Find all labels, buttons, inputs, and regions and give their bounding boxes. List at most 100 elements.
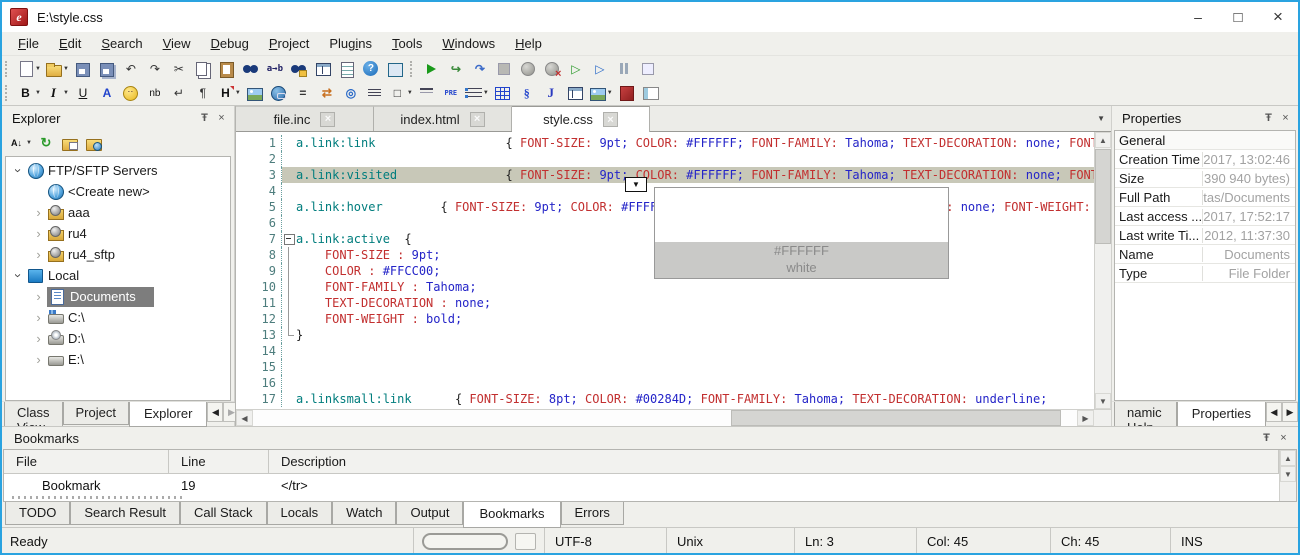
tab-namic-help[interactable]: namic Help xyxy=(1114,402,1177,426)
tree-item-aaa[interactable]: ›aaa xyxy=(6,202,230,223)
horizontal-rule-button[interactable]: = xyxy=(292,82,314,104)
continue-button[interactable]: ▷ xyxy=(589,58,611,80)
italic-button[interactable]: I▼ xyxy=(44,82,70,104)
redo-button[interactable]: ↷ xyxy=(144,58,166,80)
scroll-right-icon[interactable]: ▶ xyxy=(1077,410,1094,426)
tab-explorer[interactable]: Explorer xyxy=(129,402,207,427)
split-view-button[interactable] xyxy=(312,58,334,80)
tool-tab-call-stack[interactable]: Call Stack xyxy=(180,502,267,525)
tab-scroll-left-icon[interactable]: ◀ xyxy=(207,402,223,422)
tree-item-local[interactable]: ›Local xyxy=(6,265,230,286)
expand-icon[interactable]: › xyxy=(30,289,47,304)
bookmarks-scrollbar[interactable]: ▲ ▼ xyxy=(1279,450,1296,501)
tab-list-button[interactable]: ▼ xyxy=(1097,114,1105,123)
code-line[interactable]: 17a.linksmall:link { FONT-SIZE: 8pt; COL… xyxy=(236,391,1094,407)
dropdown-arrow-icon[interactable]: ▼ xyxy=(35,90,41,96)
cut-button[interactable]: ✂ xyxy=(168,58,190,80)
menu-windows[interactable]: Windows xyxy=(432,34,505,53)
color-dropdown-button[interactable]: ▼ xyxy=(625,177,647,192)
expand-icon[interactable]: › xyxy=(30,331,47,346)
toolbar-grip[interactable] xyxy=(5,85,11,101)
breakpoint-button[interactable] xyxy=(517,58,539,80)
insert-image-button[interactable] xyxy=(244,82,266,104)
insert-script-button[interactable]: § xyxy=(516,82,538,104)
menu-search[interactable]: Search xyxy=(91,34,152,53)
code-line[interactable]: 13} xyxy=(236,327,1094,343)
toolbar-grip[interactable] xyxy=(410,61,416,77)
close-icon[interactable]: × xyxy=(1275,430,1292,446)
code-line[interactable]: 14 xyxy=(236,343,1094,359)
insert-list-button[interactable]: ▼ xyxy=(464,82,490,104)
tree-item-c-[interactable]: ›C:\ xyxy=(6,307,230,328)
html-help-button[interactable] xyxy=(616,82,638,104)
div-box-button[interactable]: □▼ xyxy=(388,82,414,104)
dropdown-arrow-icon[interactable]: ▼ xyxy=(35,66,41,72)
collapse-icon[interactable]: › xyxy=(11,162,26,179)
tab-close-icon[interactable]: × xyxy=(470,112,485,127)
close-icon[interactable]: × xyxy=(213,110,230,126)
special-chars-button[interactable]: ⇄ xyxy=(316,82,338,104)
bold-button[interactable]: B▼ xyxy=(16,82,42,104)
minimize-button[interactable]: – xyxy=(1178,2,1218,32)
tab-close-icon[interactable]: × xyxy=(603,112,618,127)
frames-button[interactable] xyxy=(564,82,586,104)
menu-debug[interactable]: Debug xyxy=(201,34,259,53)
code-line[interactable]: 10 FONT-FAMILY : Tahoma; xyxy=(236,279,1094,295)
tree-item-documents[interactable]: ›Documents xyxy=(6,286,230,307)
tree-item-ru4-sftp[interactable]: ›ru4_sftp xyxy=(6,244,230,265)
named-anchor-button[interactable]: ◎ xyxy=(340,82,362,104)
sort-button[interactable]: A↓▼ xyxy=(7,132,33,154)
expand-icon[interactable]: › xyxy=(30,352,47,367)
toolbar-grip[interactable] xyxy=(5,61,11,77)
tool-tab-bookmarks[interactable]: Bookmarks xyxy=(463,502,560,528)
fold-mid-icon[interactable] xyxy=(282,279,296,295)
code-line[interactable]: 16 xyxy=(236,375,1094,391)
expand-icon[interactable]: › xyxy=(30,205,47,220)
dropdown-arrow-icon[interactable]: ▼ xyxy=(26,140,32,146)
menu-help[interactable]: Help xyxy=(505,34,552,53)
tree-item-ftp-sftp-servers[interactable]: ›FTP/SFTP Servers xyxy=(6,160,230,181)
fold-mid-icon[interactable] xyxy=(282,311,296,327)
new-file-button[interactable]: ▼ xyxy=(16,58,42,80)
find-button[interactable] xyxy=(240,58,262,80)
fold-mid-icon[interactable] xyxy=(282,247,296,263)
code-line[interactable]: 12 FONT-WEIGHT : bold; xyxy=(236,311,1094,327)
refresh-button[interactable]: ↻ xyxy=(35,132,57,154)
bookmark-row[interactable]: Bookmark19</tr> xyxy=(4,474,1279,496)
align-center-button[interactable] xyxy=(364,82,386,104)
undo-button[interactable]: ↶ xyxy=(120,58,142,80)
tool-tab-todo[interactable]: TODO xyxy=(5,502,70,525)
pin-icon[interactable]: Ŧ xyxy=(1258,430,1275,446)
editor-vertical-scrollbar[interactable]: ▲ ▼ xyxy=(1094,132,1111,409)
horizontal-scroll-thumb[interactable] xyxy=(731,410,1061,426)
tab-scroll-left-icon[interactable]: ◀ xyxy=(1266,402,1282,422)
scroll-left-icon[interactable]: ◀ xyxy=(236,410,253,426)
pin-icon[interactable]: Ŧ xyxy=(196,110,213,126)
expand-icon[interactable]: › xyxy=(30,310,47,325)
copy-button[interactable] xyxy=(192,58,214,80)
pause-button[interactable] xyxy=(613,58,635,80)
paste-button[interactable] xyxy=(216,58,238,80)
dropdown-arrow-icon[interactable]: ▼ xyxy=(607,90,613,96)
column-header-file[interactable]: File xyxy=(4,450,169,473)
fold-mid-icon[interactable] xyxy=(282,295,296,311)
find-in-files-button[interactable] xyxy=(288,58,310,80)
menu-view[interactable]: View xyxy=(153,34,201,53)
insert-table-button[interactable] xyxy=(492,82,514,104)
help-button[interactable]: ? xyxy=(360,58,382,80)
align-top-button[interactable] xyxy=(416,82,438,104)
scroll-down-icon[interactable]: ▼ xyxy=(1095,393,1111,409)
fold-start-icon[interactable] xyxy=(282,231,296,247)
tree-item--create-new-[interactable]: <Create new> xyxy=(6,181,230,202)
expand-icon[interactable]: › xyxy=(30,247,47,262)
save-all-button[interactable] xyxy=(96,58,118,80)
step-over-button[interactable]: ↷ xyxy=(469,58,491,80)
dropdown-arrow-icon[interactable]: ▼ xyxy=(483,90,489,96)
insert-link-button[interactable] xyxy=(268,82,290,104)
javascript-button[interactable]: J xyxy=(540,82,562,104)
tab-scroll-right-icon[interactable]: ▶ xyxy=(1282,402,1298,422)
tool-tab-watch[interactable]: Watch xyxy=(332,502,396,525)
column-header-description[interactable]: Description xyxy=(269,450,1279,473)
clear-breakpoints-button[interactable] xyxy=(541,58,563,80)
dropdown-arrow-icon[interactable]: ▼ xyxy=(63,66,69,72)
